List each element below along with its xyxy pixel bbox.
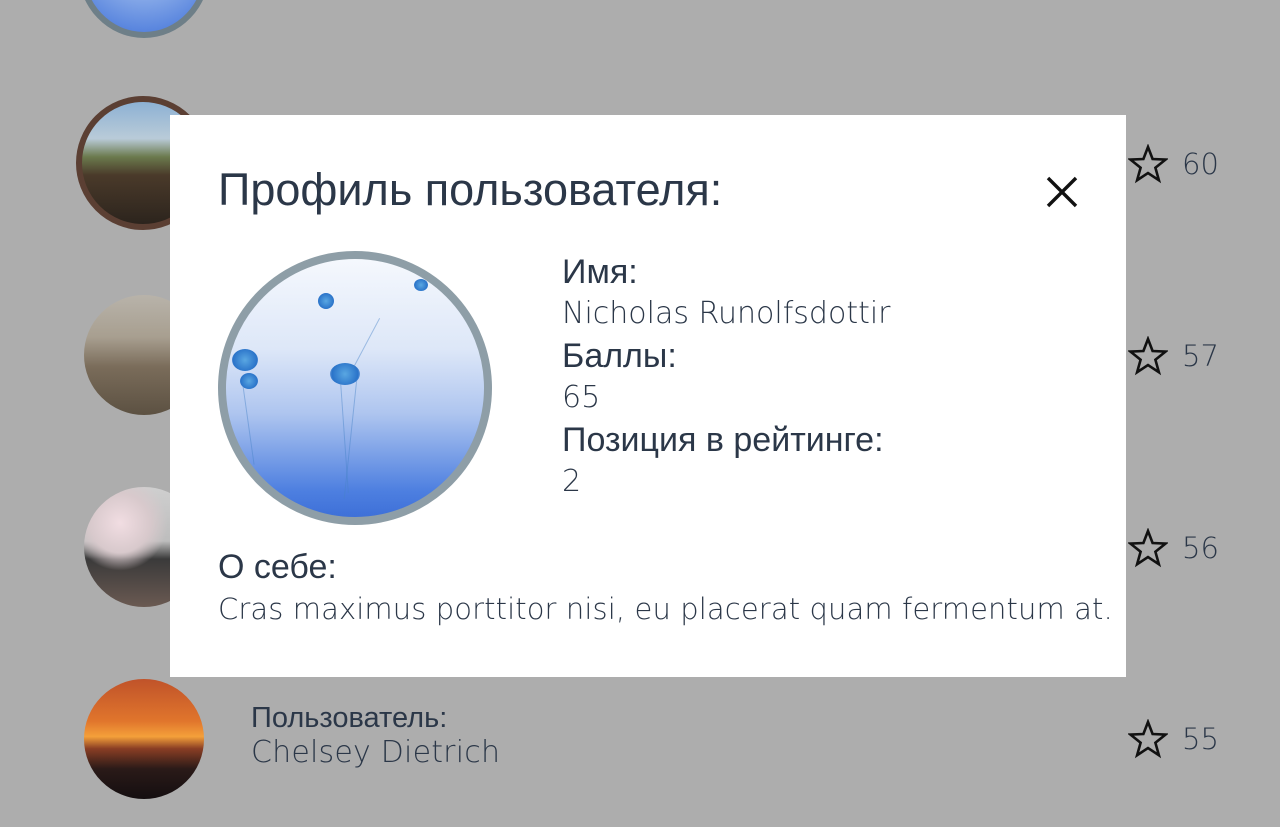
star-icon[interactable] xyxy=(1128,144,1168,184)
score: 55 xyxy=(1128,719,1219,759)
list-item[interactable]: Пользователь: Chelsey Dietrich 55 xyxy=(0,679,1280,819)
close-button[interactable] xyxy=(1042,172,1082,212)
points-label: Баллы: xyxy=(562,337,677,375)
score-value: 55 xyxy=(1182,722,1219,756)
profile-details: Имя: Nicholas Runolfsdottir Баллы: 65 По… xyxy=(562,253,891,505)
score: 57 xyxy=(1128,336,1219,376)
about-text: Cras maximus porttitor nisi, eu placerat… xyxy=(218,592,1113,626)
rank-label: Позиция в рейтинге: xyxy=(562,421,884,459)
score-value: 57 xyxy=(1182,339,1219,373)
score: 60 xyxy=(1128,144,1219,184)
about-section: О себе: Cras maximus porttitor nisi, eu … xyxy=(218,547,1113,631)
profile-avatar xyxy=(218,251,492,525)
name-value: Nicholas Runolfsdottir xyxy=(562,296,891,331)
star-icon[interactable] xyxy=(1128,336,1168,376)
modal-title: Профиль пользователя: xyxy=(218,164,723,215)
star-icon[interactable] xyxy=(1128,719,1168,759)
name-label: Имя: xyxy=(562,253,638,291)
score-value: 60 xyxy=(1182,147,1219,181)
profile-modal: Профиль пользователя: Имя: Nicholas Runo… xyxy=(170,115,1126,677)
user-info: Пользователь: Chelsey Dietrich xyxy=(251,701,500,771)
score: 56 xyxy=(1128,528,1219,568)
avatar xyxy=(84,679,204,799)
score-value: 56 xyxy=(1182,531,1219,565)
avatar xyxy=(78,0,210,38)
points-value: 65 xyxy=(562,380,601,415)
star-icon[interactable] xyxy=(1128,528,1168,568)
list-item[interactable] xyxy=(0,0,1280,40)
about-label: О себе: xyxy=(218,548,337,586)
close-icon xyxy=(1046,176,1078,208)
user-name: Chelsey Dietrich xyxy=(251,735,501,770)
user-label: Пользователь: xyxy=(251,702,448,734)
rank-value: 2 xyxy=(562,464,582,499)
